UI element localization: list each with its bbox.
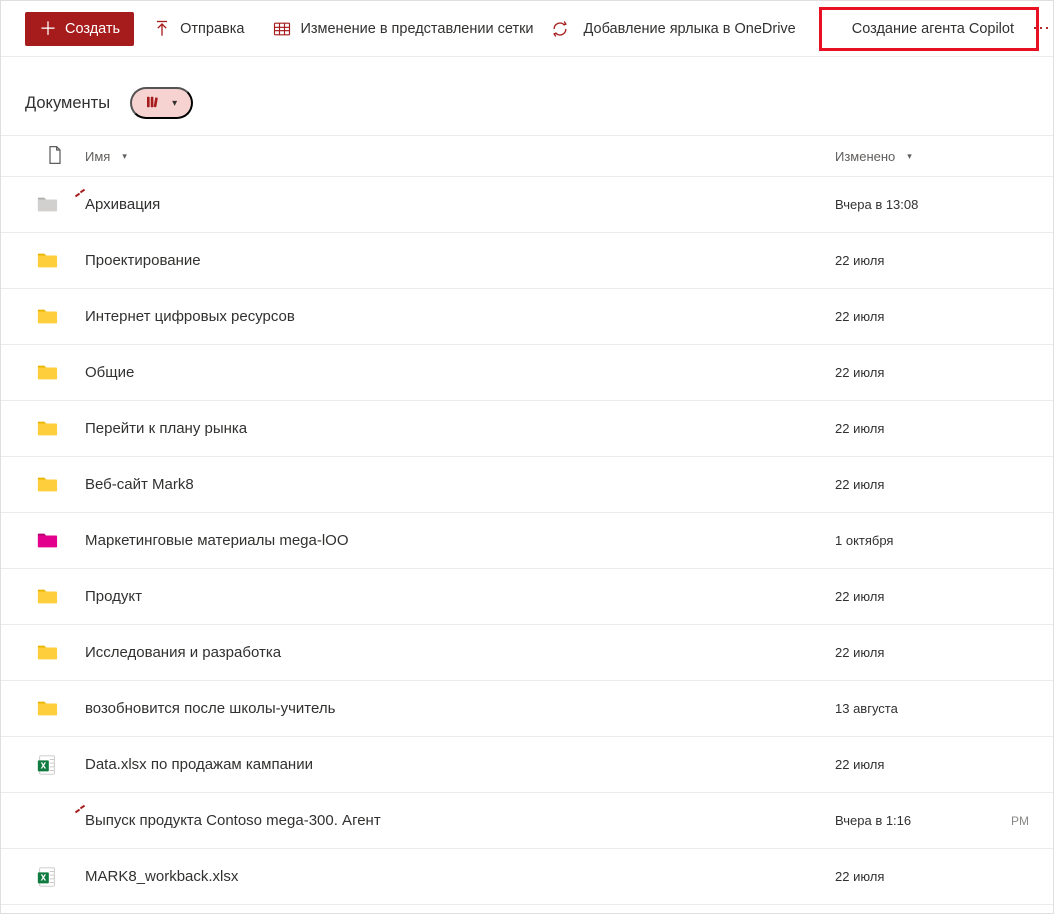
grid-header: Имя ▾ Изменено ▾ — [1, 135, 1053, 177]
item-modified: Вчера в 1:16 — [835, 813, 995, 828]
item-name[interactable]: Исследования и разработка — [85, 644, 281, 661]
item-modified-suffix: PM — [995, 814, 1029, 828]
item-name[interactable]: Архивация — [85, 196, 160, 213]
more-commands-button[interactable]: ⋯ — [1032, 13, 1052, 45]
folder-icon — [36, 306, 58, 328]
view-selector[interactable]: ▾ — [130, 87, 193, 119]
list-item[interactable]: Продукт 22 июля — [1, 569, 1053, 625]
column-header-modified-label: Изменено — [835, 149, 895, 164]
copilot-label: Создание агента Copilot — [852, 21, 1014, 37]
item-modified: 22 июля — [835, 365, 995, 380]
item-name[interactable]: MARK8_workback.xlsx — [85, 868, 238, 885]
item-name[interactable]: Интернет цифровых ресурсов — [85, 308, 295, 325]
list-item[interactable]: Перейти к плану рынка 22 июля — [1, 401, 1053, 457]
item-name[interactable]: Маркетинговые материалы mega-lOO — [85, 532, 349, 549]
item-name[interactable]: возобновится после школы-учитель — [85, 700, 335, 717]
new-indicator-icon — [75, 806, 85, 816]
folder-icon — [36, 586, 58, 608]
upload-label: Отправка — [180, 21, 244, 37]
column-header-type[interactable] — [25, 145, 85, 168]
grid-view-button[interactable]: Изменение в представлении сетки — [262, 9, 543, 49]
list-item[interactable]: Архивация Вчера в 13:08 — [1, 177, 1053, 233]
folder-icon — [36, 194, 58, 216]
item-modified: 22 июля — [835, 421, 995, 436]
create-button-label: Создать — [65, 21, 120, 37]
upload-button[interactable]: Отправка — [142, 9, 254, 49]
library-header: Документы ▾ — [1, 57, 1053, 135]
item-modified: 1 октября — [835, 533, 995, 548]
excel-icon — [36, 754, 58, 776]
item-name[interactable]: Проектирование — [85, 252, 201, 269]
list-item[interactable]: возобновится после школы-учитель 13 авгус… — [1, 681, 1053, 737]
folder-icon — [36, 418, 58, 440]
folder-icon — [36, 250, 58, 272]
item-name[interactable]: Перейти к плану рынка — [85, 420, 247, 437]
folder-icon — [36, 698, 58, 720]
list-item[interactable]: Data.xlsx по продажам кампании 22 июля — [1, 737, 1053, 793]
list-item[interactable]: Исследования и разработка 22 июля — [1, 625, 1053, 681]
item-modified: 22 июля — [835, 869, 995, 884]
item-modified: 22 июля — [835, 477, 995, 492]
list-item[interactable]: Веб-сайт Mark8 22 июля — [1, 457, 1053, 513]
item-name[interactable]: Веб-сайт Mark8 — [85, 476, 194, 493]
chevron-down-icon: ▾ — [172, 98, 177, 109]
library-title: Документы — [25, 94, 110, 113]
sync-icon — [550, 19, 570, 39]
list-item[interactable]: Маркетинговые материалы mega-lOO 1 октябр… — [1, 513, 1053, 569]
column-header-name-label: Имя — [85, 149, 110, 164]
chevron-down-icon: ▾ — [907, 151, 912, 162]
ellipsis-icon: ⋯ — [1032, 18, 1052, 39]
onedrive-label: Добавление ярлыка в OneDrive — [584, 21, 796, 37]
copilot-icon — [824, 19, 844, 39]
folder-icon — [36, 474, 58, 496]
command-bar: ＋ Создать Отправка Изменение в представл… — [1, 1, 1053, 57]
item-name[interactable]: Продукт — [85, 588, 142, 605]
folder-icon — [36, 362, 58, 384]
grid-icon — [272, 19, 292, 39]
item-modified: 22 июля — [835, 589, 995, 604]
list-item[interactable]: Интернет цифровых ресурсов 22 июля — [1, 289, 1053, 345]
create-button[interactable]: ＋ Создать — [25, 12, 134, 46]
file-type-icon — [45, 145, 65, 168]
item-modified: 13 августа — [835, 701, 995, 716]
item-name[interactable]: Data.xlsx по продажам кампании — [85, 756, 313, 773]
chevron-down-icon: ▾ — [122, 151, 127, 162]
item-modified: 22 июля — [835, 757, 995, 772]
item-modified: 22 июля — [835, 309, 995, 324]
list-item[interactable]: Общие 22 июля — [1, 345, 1053, 401]
create-copilot-agent-button[interactable]: Создание агента Copilot — [814, 9, 1024, 49]
item-modified: 22 июля — [835, 253, 995, 268]
new-indicator-icon — [75, 190, 85, 200]
views-icon — [144, 93, 162, 114]
grid-label: Изменение в представлении сетки — [300, 21, 533, 37]
copilot-icon — [36, 810, 58, 832]
item-modified: Вчера в 13:08 — [835, 197, 995, 212]
folder-icon — [36, 642, 58, 664]
onedrive-shortcut-button[interactable]: Добавление ярлыка в OneDrive — [574, 9, 806, 49]
item-modified: 22 июля — [835, 645, 995, 660]
folder-icon — [36, 530, 58, 552]
excel-icon — [36, 866, 58, 888]
file-list: Архивация Вчера в 13:08 Проектирование 22 и… — [1, 177, 1053, 905]
list-item[interactable]: Проектирование 22 июля — [1, 233, 1053, 289]
upload-icon — [152, 19, 172, 39]
column-header-modified[interactable]: Изменено ▾ — [835, 149, 995, 164]
column-header-name[interactable]: Имя ▾ — [85, 149, 835, 164]
list-item[interactable]: Выпуск продукта Contoso mega-300. Агент В… — [1, 793, 1053, 849]
item-name[interactable]: Общие — [85, 364, 134, 381]
item-name[interactable]: Выпуск продукта Contoso mega-300. Агент — [85, 812, 381, 829]
list-item[interactable]: MARK8_workback.xlsx 22 июля — [1, 849, 1053, 905]
